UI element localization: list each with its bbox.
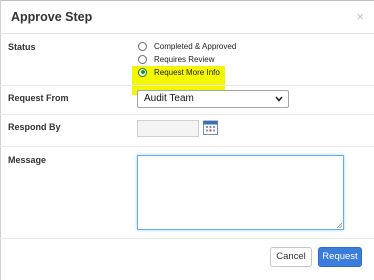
chevron-down-icon [275, 96, 283, 102]
calendar-icon[interactable] [203, 120, 218, 135]
radio-label: Completed & Approved [154, 41, 237, 51]
radio-label: Requires Review [154, 54, 215, 64]
dialog-header: Approve Step × [0, 0, 374, 34]
radio-icon[interactable] [138, 41, 147, 51]
row-divider [0, 114, 374, 115]
radio-requires-review[interactable]: Requires Review [138, 53, 214, 65]
row-divider [0, 85, 374, 86]
close-icon[interactable]: × [356, 10, 364, 23]
request-from-select[interactable]: Audit Team [137, 90, 289, 108]
request-from-label: Request From [8, 93, 69, 103]
radio-completed-approved[interactable]: Completed & Approved [138, 40, 236, 52]
dialog-title: Approve Step [11, 10, 93, 24]
message-textarea[interactable] [137, 155, 344, 230]
respond-by-input[interactable] [137, 120, 199, 137]
radio-checked-icon[interactable] [138, 67, 147, 77]
request-from-value: Audit Team [144, 93, 194, 104]
message-label: Message [8, 155, 47, 165]
radio-label: Request More Info [154, 67, 220, 77]
status-label: Status [8, 42, 36, 52]
radio-icon[interactable] [138, 54, 147, 64]
footer-divider [0, 238, 374, 239]
cancel-button[interactable]: Cancel [270, 247, 312, 267]
request-button[interactable]: Request [318, 247, 362, 267]
resize-handle-icon[interactable] [336, 222, 342, 228]
radio-request-more-info[interactable]: Request More Info [138, 66, 220, 78]
row-divider [0, 146, 374, 147]
respond-by-label: Respond By [8, 122, 61, 132]
